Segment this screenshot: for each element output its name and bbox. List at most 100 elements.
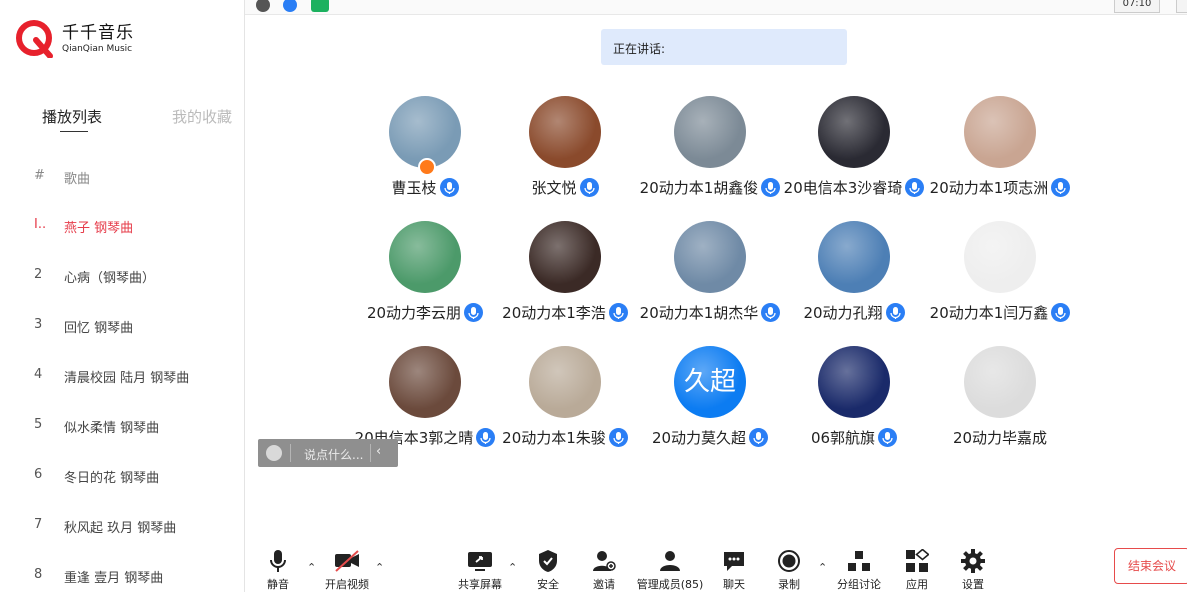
song-row[interactable]: I.. 燕子 钢琴曲 xyxy=(0,217,244,241)
participant-name-row: 20动力本1闫万鑫 xyxy=(925,302,1075,324)
apps-button[interactable]: 应用 xyxy=(903,549,931,592)
participant-name: 20电信本3沙睿琦 xyxy=(783,179,903,197)
song-row[interactable]: 6 冬日的花 钢琴曲 xyxy=(0,467,244,491)
microphone-muted-icon xyxy=(761,303,781,322)
participant-tile[interactable]: 久超 20动力莫久超 xyxy=(635,346,785,456)
song-row[interactable]: 3 回忆 钢琴曲 xyxy=(0,317,244,341)
chevron-up-icon[interactable]: ⌃ xyxy=(508,561,517,574)
avatar xyxy=(674,96,746,168)
chat-quick-input[interactable]: 说点什么... ‹ xyxy=(258,439,398,467)
signal-icon[interactable] xyxy=(311,0,329,12)
breakout-rooms-button[interactable]: 分组讨论 xyxy=(835,549,883,592)
avatar xyxy=(674,221,746,293)
participant-name: 张文悦 xyxy=(531,179,577,197)
participant-name: 06郭航旗 xyxy=(810,429,876,447)
participant-tile[interactable]: 张文悦 xyxy=(490,96,640,206)
song-num: 6 xyxy=(34,467,43,482)
participant-tile[interactable]: 20动力李云朋 xyxy=(350,221,500,331)
mute-button[interactable]: 静音 xyxy=(266,549,290,592)
microphone-muted-icon xyxy=(761,178,781,197)
song-num: 7 xyxy=(34,517,43,532)
meeting-top-bar: 07:10 xyxy=(245,0,1187,15)
invite-label: 邀请 xyxy=(593,578,615,591)
chat-bubble-icon xyxy=(724,552,744,571)
participant-tile[interactable]: 曹玉枝 xyxy=(350,96,500,206)
logo-subtitle: QianQian Music xyxy=(62,43,133,54)
participant-tile[interactable]: 20动力本1胡杰华 xyxy=(635,221,785,331)
divider xyxy=(290,444,291,462)
info-icon[interactable] xyxy=(256,0,270,12)
song-title: 秋风起 玖月 钢琴曲 xyxy=(64,521,177,536)
song-row[interactable]: 2 心病（钢琴曲） xyxy=(0,267,244,291)
tab-active-underline xyxy=(60,131,88,132)
members-label: 管理成员(85) xyxy=(636,578,704,591)
participant-tile[interactable]: 20动力孔翔 xyxy=(779,221,929,331)
song-row[interactable]: 5 似水柔情 钢琴曲 xyxy=(0,417,244,441)
participant-tile[interactable]: 20动力本1李浩 xyxy=(490,221,640,331)
music-app-panel: 千千音乐 QianQian Music 播放列表 我的收藏 # 歌曲 I.. 燕… xyxy=(0,0,245,592)
chevron-up-icon[interactable]: ⌃ xyxy=(818,561,827,574)
participant-tile[interactable]: 20动力本1朱骏 xyxy=(490,346,640,456)
song-row[interactable]: 7 秋风起 玖月 钢琴曲 xyxy=(0,517,244,541)
participant-name: 20动力莫久超 xyxy=(651,429,747,447)
invite-button[interactable]: 邀请 xyxy=(588,549,620,592)
avatar-initials: 久超 xyxy=(683,367,736,397)
security-button[interactable]: 安全 xyxy=(533,549,563,592)
song-row[interactable]: 8 重逢 壹月 钢琴曲 xyxy=(0,567,244,591)
tab-favorites[interactable]: 我的收藏 xyxy=(172,106,232,127)
microphone-muted-icon xyxy=(749,428,769,447)
add-user-icon xyxy=(593,551,616,571)
song-title: 似水柔情 钢琴曲 xyxy=(64,421,160,436)
apps-icon xyxy=(906,549,929,572)
shield-icon[interactable] xyxy=(283,0,297,12)
chevron-up-icon[interactable]: ⌃ xyxy=(307,561,316,574)
video-label: 开启视频 xyxy=(325,578,369,591)
avatar xyxy=(964,346,1036,418)
participant-tile[interactable]: 06郭航旗 xyxy=(779,346,929,456)
song-title: 清晨校园 陆月 钢琴曲 xyxy=(64,371,190,386)
chevron-up-icon[interactable]: ⌃ xyxy=(375,561,384,574)
participant-name: 20动力本1李浩 xyxy=(502,304,606,322)
participant-name-row: 06郭航旗 xyxy=(779,427,929,449)
collapse-arrow-icon[interactable]: ‹ xyxy=(376,444,381,459)
share-screen-button[interactable]: 共享屏幕 xyxy=(457,549,503,592)
avatar xyxy=(818,96,890,168)
chat-placeholder[interactable]: 说点什么... xyxy=(304,446,363,463)
participant-tile[interactable]: 20动力本1胡鑫俊 xyxy=(635,96,785,206)
record-button[interactable]: 录制 xyxy=(776,549,802,592)
settings-label: 设置 xyxy=(962,578,984,591)
participant-tile[interactable]: 20电信本3沙睿琦 xyxy=(779,96,929,206)
end-meeting-button[interactable]: 结束会议 xyxy=(1114,548,1187,584)
participant-tile[interactable]: 20动力毕嘉成 xyxy=(925,346,1075,456)
settings-button[interactable]: 设置 xyxy=(959,549,987,592)
participant-name: 20动力本1胡杰华 xyxy=(639,304,759,322)
members-icon xyxy=(660,551,680,571)
emoji-icon[interactable] xyxy=(266,445,282,461)
microphone-muted-icon xyxy=(608,428,628,447)
manage-members-button[interactable]: 管理成员(85) xyxy=(635,549,705,592)
song-row[interactable]: 4 清晨校园 陆月 钢琴曲 xyxy=(0,367,244,391)
participant-tile[interactable]: 20动力本1项志洲 xyxy=(925,96,1075,206)
participant-tile[interactable]: 20动力本1闫万鑫 xyxy=(925,221,1075,331)
tab-playlist[interactable]: 播放列表 xyxy=(42,106,102,127)
song-num: 3 xyxy=(34,317,43,332)
song-title: 燕子 钢琴曲 xyxy=(64,221,134,236)
song-num: 2 xyxy=(34,267,43,282)
microphone-muted-icon xyxy=(464,303,484,322)
chat-button[interactable]: 聊天 xyxy=(721,549,747,592)
record-label: 录制 xyxy=(778,578,800,591)
participant-name: 20动力本1项志洲 xyxy=(929,179,1049,197)
participant-name: 20动力本1胡鑫俊 xyxy=(639,179,759,197)
song-title: 重逢 壹月 钢琴曲 xyxy=(64,571,164,586)
participant-name-row: 20动力本1李浩 xyxy=(490,302,640,324)
app-logo: 千千音乐 QianQian Music xyxy=(16,20,134,58)
participant-name: 20动力孔翔 xyxy=(803,304,883,322)
participant-name: 20动力本1朱骏 xyxy=(502,429,606,447)
participant-name-row: 20动力本1朱骏 xyxy=(490,427,640,449)
participant-name-row: 20动力毕嘉成 xyxy=(925,427,1075,449)
expand-icon[interactable] xyxy=(1176,0,1187,13)
start-video-button[interactable]: 开启视频 xyxy=(324,549,370,592)
meeting-window: 07:10 正在讲话: 曹玉枝 张文悦 20动力本1胡鑫俊 20电信本3沙睿琦 20动力… xyxy=(245,0,1187,592)
speaking-label: 正在讲话: xyxy=(613,42,666,56)
avatar xyxy=(529,346,601,418)
